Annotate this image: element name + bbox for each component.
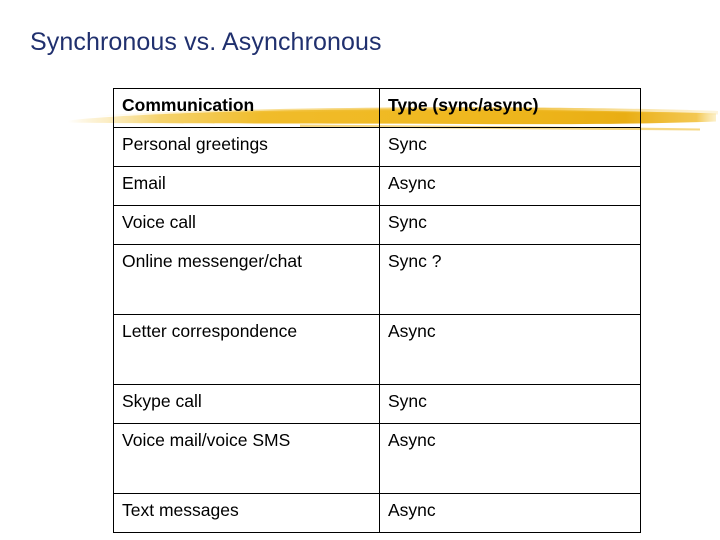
- table-header: Communication Type (sync/async): [113, 88, 641, 128]
- cell-type: Sync: [379, 384, 641, 424]
- column-header-type: Type (sync/async): [379, 88, 641, 128]
- cell-type: Sync ?: [379, 244, 641, 315]
- comparison-table-container: Communication Type (sync/async) Personal…: [113, 88, 641, 533]
- cell-type: Async: [379, 166, 641, 206]
- page-title: Synchronous vs. Asynchronous: [30, 28, 382, 56]
- cell-communication: Text messages: [113, 493, 380, 533]
- cell-communication: Email: [113, 166, 380, 206]
- table-header-row: Communication Type (sync/async): [113, 88, 641, 128]
- cell-communication: Personal greetings: [113, 127, 380, 167]
- table-row: Skype call Sync: [113, 384, 641, 424]
- sync-async-table: Communication Type (sync/async) Personal…: [113, 88, 641, 533]
- cell-communication: Skype call: [113, 384, 380, 424]
- cell-type: Async: [379, 314, 641, 385]
- cell-communication: Voice mail/voice SMS: [113, 423, 380, 494]
- table-row: Letter correspondence Async: [113, 314, 641, 385]
- table-row: Email Async: [113, 166, 641, 206]
- cell-type: Sync: [379, 127, 641, 167]
- table-row: Personal greetings Sync: [113, 127, 641, 167]
- cell-type: Sync: [379, 205, 641, 245]
- cell-type: Async: [379, 423, 641, 494]
- column-header-communication: Communication: [113, 88, 380, 128]
- table-row: Online messenger/chat Sync ?: [113, 244, 641, 315]
- table-row: Text messages Async: [113, 493, 641, 533]
- table-row: Voice mail/voice SMS Async: [113, 423, 641, 494]
- cell-communication: Voice call: [113, 205, 380, 245]
- table-row: Voice call Sync: [113, 205, 641, 245]
- cell-type: Async: [379, 493, 641, 533]
- cell-communication: Online messenger/chat: [113, 244, 380, 315]
- table-body: Personal greetings Sync Email Async Voice ca…: [113, 127, 641, 533]
- slide-canvas: Synchronous vs. Asynchronous Communicati…: [0, 0, 720, 540]
- cell-communication: Letter correspondence: [113, 314, 380, 385]
